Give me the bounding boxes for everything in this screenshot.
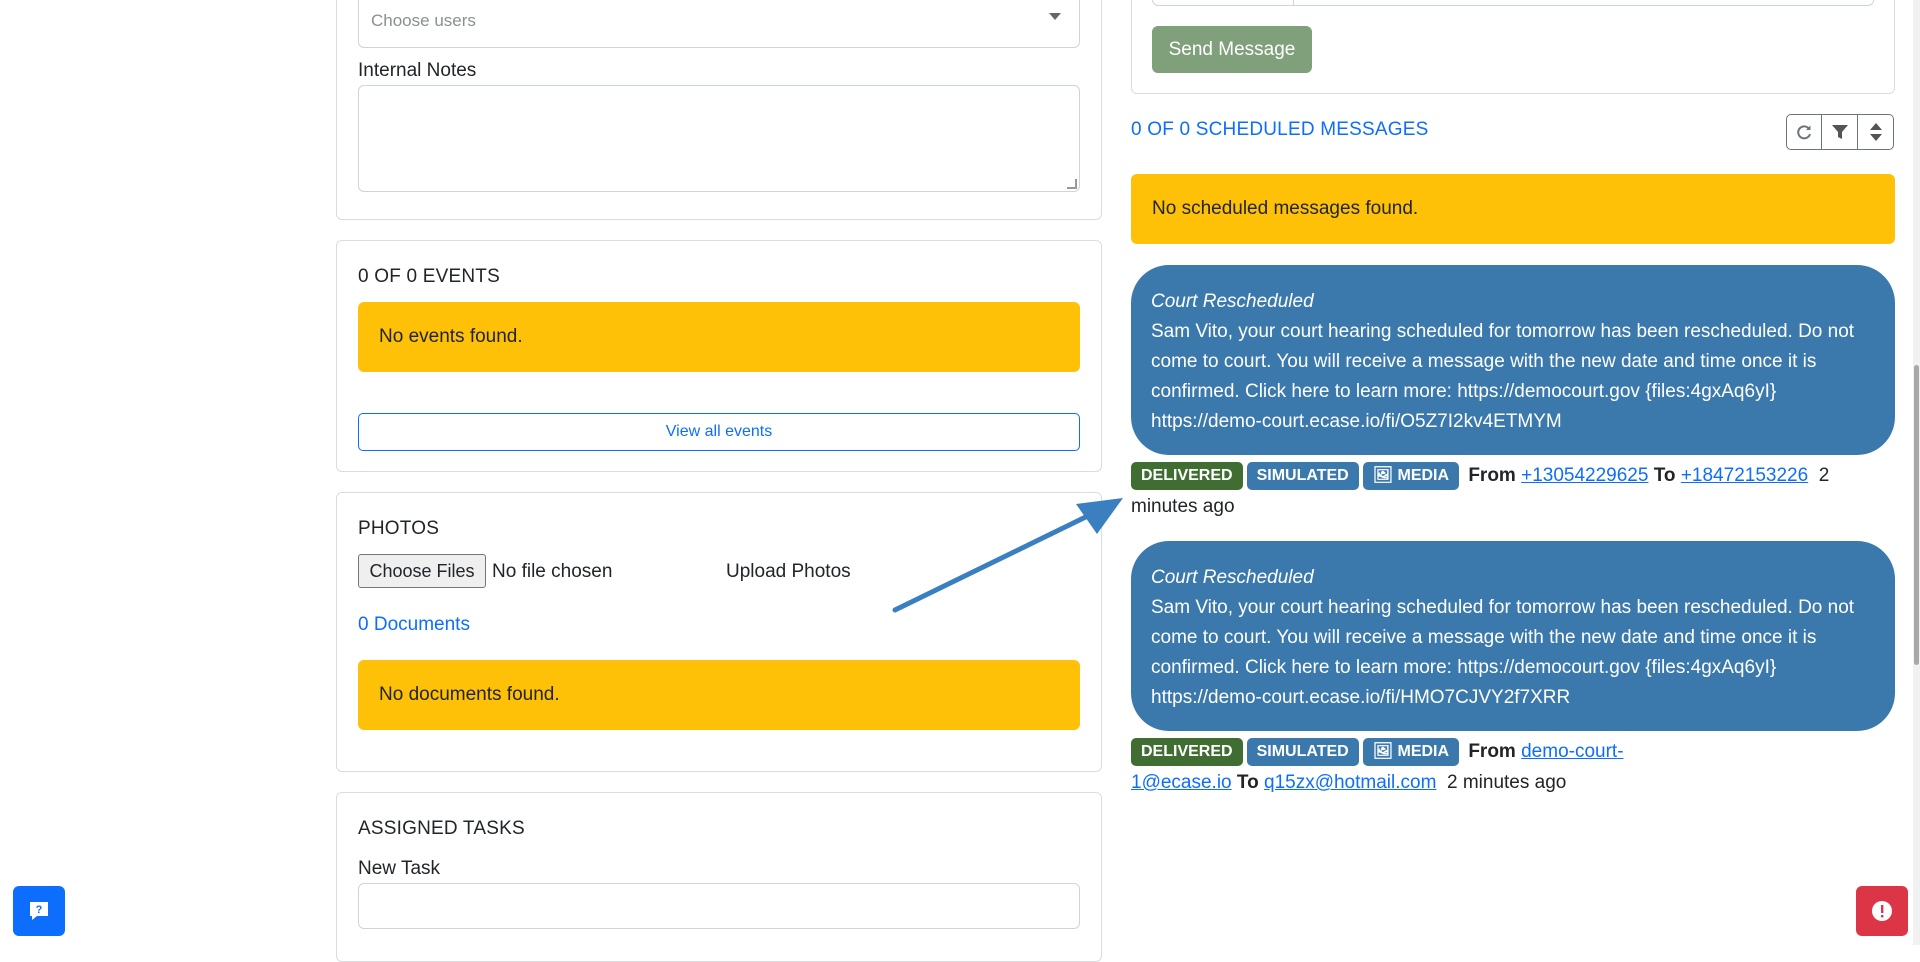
refresh-button[interactable] — [1786, 114, 1822, 150]
users-select-placeholder: Choose users — [371, 11, 476, 30]
tasks-heading: ASSIGNED TASKS — [358, 818, 525, 839]
media-badge-label: MEDIA — [1397, 742, 1450, 760]
events-heading: 0 OF 0 EVENTS — [358, 266, 500, 287]
help-chat-button[interactable]: ? — [13, 886, 65, 936]
scheduled-empty-alert: No scheduled messages found. — [1131, 174, 1895, 244]
to-label: To — [1236, 772, 1259, 793]
alert-button[interactable] — [1856, 886, 1908, 936]
documents-link[interactable]: 0 Documents — [358, 614, 470, 636]
view-all-events-button[interactable]: View all events — [358, 413, 1080, 451]
filter-icon — [1831, 125, 1848, 139]
media-badge-label: MEDIA — [1397, 466, 1450, 484]
resize-handle-icon[interactable] — [1067, 179, 1077, 189]
images-icon: 🖼 — [1372, 466, 1394, 484]
send-message-button[interactable]: Send Message — [1152, 26, 1312, 73]
message-title: Court Rescheduled — [1151, 567, 1314, 588]
events-empty-alert: No events found. — [358, 302, 1080, 372]
internal-notes-label: Internal Notes — [358, 60, 477, 81]
new-task-label: New Task — [358, 858, 441, 879]
to-link[interactable]: +18472153226 — [1681, 465, 1808, 486]
events-empty-text: No events found. — [379, 326, 523, 347]
message-meta: DELIVERED SIMULATED 🖼 MEDIA From +13054229… — [1131, 460, 1895, 522]
users-select[interactable]: Choose users — [358, 0, 1080, 48]
svg-text:?: ? — [36, 904, 43, 916]
message-input-bottom[interactable] — [1152, 0, 1874, 6]
help-chat-icon: ? — [30, 902, 48, 920]
scrollbar-thumb[interactable] — [1914, 365, 1919, 665]
message-body: Sam Vito, your court hearing scheduled f… — [1151, 597, 1855, 708]
upload-photos-button[interactable]: Upload Photos — [726, 561, 851, 583]
scheduled-messages-heading[interactable]: 0 OF 0 SCHEDULED MESSAGES — [1131, 119, 1428, 141]
sort-button[interactable] — [1858, 114, 1894, 150]
refresh-icon — [1797, 125, 1811, 140]
sort-icon — [1869, 123, 1882, 141]
choose-files-label: Choose Files — [369, 560, 475, 581]
message-bubble: Court Rescheduled Sam Vito, your court h… — [1131, 265, 1895, 455]
from-link[interactable]: +13054229625 — [1521, 465, 1648, 486]
message-title: Court Rescheduled — [1151, 291, 1314, 312]
media-badge[interactable]: 🖼 MEDIA — [1362, 461, 1460, 490]
to-link[interactable]: q15zx@hotmail.com — [1264, 772, 1436, 793]
to-label: To — [1653, 465, 1676, 486]
message-bubble: Court Rescheduled Sam Vito, your court h… — [1131, 541, 1895, 731]
view-all-events-label: View all events — [665, 423, 773, 440]
chevron-down-icon — [1049, 13, 1061, 20]
choose-files-button[interactable]: Choose Files — [358, 554, 486, 588]
media-badge[interactable]: 🖼 MEDIA — [1362, 737, 1460, 766]
filter-button[interactable] — [1822, 114, 1858, 150]
status-badge: DELIVERED — [1131, 461, 1243, 490]
documents-empty-alert: No documents found. — [358, 660, 1080, 730]
documents-empty-text: No documents found. — [379, 684, 560, 705]
mode-badge: SIMULATED — [1246, 737, 1359, 766]
photos-heading: PHOTOS — [358, 518, 440, 539]
send-message-label: Send Message — [1168, 38, 1296, 60]
annotation-arrow — [892, 498, 1123, 613]
message-body: Sam Vito, your court hearing scheduled f… — [1151, 321, 1855, 432]
images-icon: 🖼 — [1372, 742, 1394, 760]
message-meta: DELIVERED SIMULATED 🖼 MEDIA From demo-cour… — [1131, 736, 1671, 798]
scheduled-empty-text: No scheduled messages found. — [1152, 198, 1419, 219]
input-group-divider — [1293, 0, 1294, 6]
status-badge: DELIVERED — [1131, 737, 1243, 766]
internal-notes-textarea[interactable] — [358, 85, 1080, 192]
from-label: From — [1468, 741, 1516, 762]
from-label: From — [1468, 465, 1516, 486]
scheduled-toolbar — [1786, 114, 1896, 152]
alert-icon — [1872, 901, 1892, 921]
page-scrollbar[interactable] — [1913, 0, 1920, 945]
no-file-chosen-text: No file chosen — [492, 561, 613, 582]
new-task-input[interactable] — [358, 883, 1080, 929]
message-time: 2 minutes ago — [1446, 772, 1567, 793]
mode-badge: SIMULATED — [1246, 461, 1359, 490]
